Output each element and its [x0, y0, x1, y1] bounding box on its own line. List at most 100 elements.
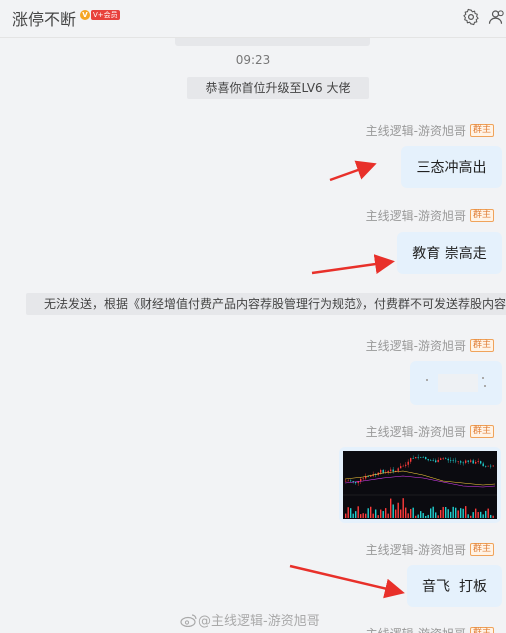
- chart-candle: [380, 469, 382, 473]
- chart-candle: [355, 482, 357, 484]
- message-bubble[interactable]: 三态冲高出: [401, 146, 502, 188]
- chart-volume-bar: [392, 504, 394, 518]
- chart-candle: [345, 480, 347, 482]
- chart-candle: [347, 480, 349, 482]
- chart-volume-bar: [347, 507, 349, 518]
- chart-candle: [487, 465, 489, 467]
- chart-volume-bar: [370, 506, 372, 518]
- chart-volume-bar: [490, 514, 492, 518]
- chart-volume-bar: [437, 515, 439, 518]
- chart-candle: [480, 461, 482, 464]
- chart-volume-bar: [422, 513, 424, 518]
- chart-volume-bar: [442, 506, 444, 518]
- chart-volume-bar: [420, 511, 422, 518]
- sender-name: 主线逻辑-游资旭哥: [365, 208, 466, 223]
- chart-volume-bar: [427, 514, 429, 518]
- weibo-icon: [180, 613, 197, 627]
- chart-volume-bar: [407, 513, 409, 518]
- arrow-2: [311, 254, 395, 275]
- chart-volume-bar: [352, 513, 354, 518]
- chart-volume-bar: [455, 507, 457, 518]
- message-sender: 主线逻辑-游资旭哥 群主: [365, 542, 494, 557]
- sender-name: 主线逻辑-游资旭哥: [365, 542, 466, 557]
- stock-chart-image: [343, 451, 497, 519]
- chart-volume-bar: [412, 507, 414, 518]
- chart-candle: [422, 457, 424, 458]
- chart-volume-bar: [385, 508, 387, 518]
- chart-candle: [405, 464, 407, 466]
- chart-candle: [490, 465, 492, 467]
- chart-candle: [427, 459, 429, 461]
- chart-volume-bar: [430, 508, 432, 518]
- chart-candle: [482, 463, 484, 467]
- owner-badge: 群主: [469, 338, 494, 352]
- image-message[interactable]: [339, 447, 501, 523]
- arrow-3: [289, 564, 405, 599]
- chart-volume-bar: [375, 509, 377, 518]
- chart-candle: [367, 476, 369, 478]
- chart-volume-bar: [485, 510, 487, 518]
- message-sender: 主线逻辑-游资旭哥 群主: [365, 338, 494, 353]
- chart-volume-bar: [405, 507, 407, 518]
- chart-volume-bar: [357, 506, 359, 518]
- chart-volume-bar: [492, 515, 494, 518]
- message-sender: 主线逻辑-游资旭哥 群主: [365, 208, 494, 223]
- chart-candle: [370, 475, 372, 477]
- chart-volume-bar: [452, 506, 454, 518]
- chart-candle: [470, 460, 472, 462]
- system-message: 恭喜你首位升级至LV6 大佬: [187, 77, 369, 99]
- chart-candle: [435, 460, 437, 463]
- sender-name: 主线逻辑-游资旭哥: [366, 625, 466, 633]
- chart-volume-bar: [467, 514, 469, 518]
- chart-volume-bar: [360, 514, 362, 518]
- owner-badge: 群主: [469, 424, 494, 438]
- chart-volume-bar: [460, 508, 462, 518]
- chart-candle: [350, 480, 352, 482]
- chart-volume-bar: [462, 508, 464, 518]
- message-sender: 主线逻辑-游资旭哥 群主: [366, 424, 494, 439]
- chart-volume-bar: [435, 512, 437, 518]
- chart-candle: [362, 478, 364, 480]
- chart-candle: [412, 458, 414, 459]
- chart-candle: [400, 466, 402, 469]
- vip-badge: V V+会员: [80, 9, 120, 21]
- chart-volume-bar: [387, 513, 389, 518]
- chart-volume-bar: [402, 498, 404, 518]
- message-bubble[interactable]: 音飞 打板: [407, 565, 502, 607]
- previous-message-edge: [175, 38, 370, 46]
- chart-candle: [457, 461, 459, 462]
- chart-volume-bar: [465, 506, 467, 518]
- chart-candle: [407, 461, 409, 465]
- chart-volume-bar: [457, 510, 459, 518]
- chart-candle: [475, 461, 477, 464]
- blurred-message-bubble[interactable]: [410, 361, 502, 405]
- chart-volume-bar: [477, 512, 479, 518]
- gear-icon[interactable]: [462, 8, 480, 26]
- message-sender: 主线逻辑-游资旭哥 群主: [366, 626, 494, 633]
- chart-volume-bar: [365, 513, 367, 518]
- sender-name: 主线逻辑-游资旭哥: [365, 338, 466, 353]
- vip-icon: V: [80, 10, 90, 20]
- chart-candle: [397, 468, 399, 471]
- chart-candle: [477, 461, 479, 462]
- chat-header: 涨停不断 V V+会员: [0, 0, 506, 38]
- chart-volume-bar: [377, 515, 379, 518]
- chart-candle: [417, 457, 419, 458]
- chart-candle: [460, 461, 462, 463]
- chart-candle: [425, 457, 427, 460]
- chart-ma-line-2: [344, 475, 496, 488]
- chart-volume-bar: [487, 508, 489, 518]
- censored-content-icon: [426, 374, 486, 392]
- owner-badge: 群主: [469, 542, 494, 556]
- chart-volume-bar: [480, 511, 482, 518]
- message-bubble[interactable]: 教育 崇高走: [397, 232, 502, 274]
- chart-volume-bar: [415, 515, 417, 518]
- chart-candle: [410, 458, 412, 462]
- sender-name: 主线逻辑-游资旭哥: [365, 123, 466, 138]
- members-icon[interactable]: [488, 8, 506, 26]
- chart-candle: [485, 466, 487, 467]
- chart-candles: [345, 454, 494, 486]
- chart-volume-bar: [470, 515, 472, 518]
- chart-candle: [462, 462, 464, 464]
- chart-candle: [452, 460, 454, 461]
